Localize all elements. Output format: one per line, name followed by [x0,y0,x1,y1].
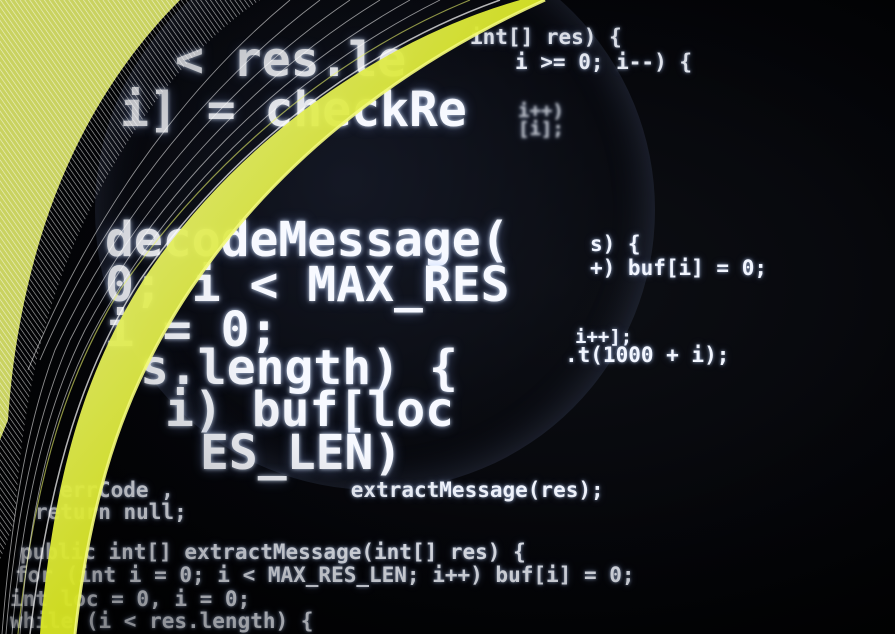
code-magnifier-photo: < res.le i] = checkRe decodeMessage( 0; … [0,0,895,634]
yellow-swoosh-decoration [0,0,546,634]
